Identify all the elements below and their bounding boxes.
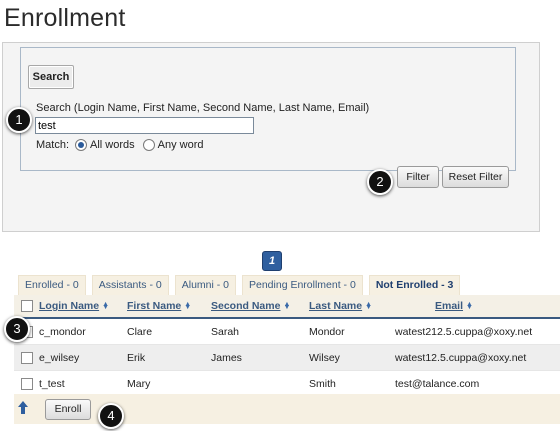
filter-button[interactable]: Filter — [397, 166, 439, 188]
table-header-row: Login Name ▲ ▼ First Name ▲ ▼ Second Name ▲ ▼ … — [14, 295, 560, 319]
tab-not-enrolled[interactable]: Not Enrolled - 3 — [368, 275, 461, 296]
select-all-checkbox[interactable] — [21, 300, 33, 313]
callout-marker-4: 4 — [98, 403, 124, 429]
match-label: Match: — [36, 139, 70, 151]
any-word-label[interactable]: Any word — [158, 139, 204, 151]
cell-email: test@talance.com — [395, 370, 560, 397]
sort-arrows-icon[interactable]: ▲ ▼ — [365, 301, 372, 312]
search-input[interactable] — [35, 117, 254, 134]
cell-email: watest12.5.cuppa@xoxy.net — [395, 344, 560, 371]
reset-filter-button[interactable]: Reset Filter — [442, 166, 509, 188]
all-words-radio[interactable] — [75, 139, 88, 151]
search-label: Search (Login Name, First Name, Second N… — [36, 102, 370, 114]
table-footer — [14, 394, 560, 424]
all-words-label[interactable]: All words — [90, 139, 135, 151]
match-options: Match: All words Any word — [36, 138, 204, 152]
any-word-radio[interactable] — [142, 139, 155, 151]
table-row[interactable]: t_test Mary Smith test@talance.com — [14, 370, 560, 397]
tab-alumni[interactable]: Alumni - 0 — [174, 275, 236, 296]
col-last-name[interactable]: Last Name ▲ ▼ — [309, 295, 395, 319]
search-legend: Search — [28, 65, 74, 89]
cell-last: Wilsey — [309, 344, 395, 371]
users-table: Login Name ▲ ▼ First Name ▲ ▼ Second Name ▲ ▼ … — [14, 295, 560, 397]
cell-second: Sarah — [211, 317, 309, 345]
row-checkbox[interactable] — [21, 377, 33, 390]
col-email-label[interactable]: Email — [435, 300, 463, 312]
tab-enrolled[interactable]: Enrolled - 0 — [18, 275, 86, 296]
col-login-name-label[interactable]: Login Name — [39, 300, 99, 312]
cell-second: James — [211, 344, 309, 371]
callout-marker-3: 3 — [4, 316, 30, 342]
col-first-name[interactable]: First Name ▲ ▼ — [127, 295, 211, 319]
col-email[interactable]: Email ▲ ▼ — [395, 295, 560, 319]
col-last-name-label[interactable]: Last Name — [309, 300, 362, 312]
cell-first: Clare — [127, 317, 211, 345]
sort-arrows-icon[interactable]: ▲ ▼ — [283, 301, 290, 312]
sort-arrows-icon[interactable]: ▲ ▼ — [184, 301, 191, 312]
select-all-cell — [14, 295, 39, 319]
callout-marker-2: 2 — [367, 169, 393, 195]
cell-login: e_wilsey — [39, 344, 127, 371]
sort-arrows-icon[interactable]: ▲ ▼ — [466, 301, 473, 312]
callout-marker-1: 1 — [6, 107, 32, 133]
cell-last: Smith — [309, 370, 395, 397]
tab-pending-enrollment[interactable]: Pending Enrollment - 0 — [242, 275, 363, 296]
col-first-name-label[interactable]: First Name — [127, 300, 181, 312]
cell-second — [211, 370, 309, 397]
cell-login: t_test — [39, 370, 127, 397]
col-second-name-label[interactable]: Second Name — [211, 300, 280, 312]
row-checkbox[interactable] — [21, 351, 33, 364]
table-row[interactable]: e_wilsey Erik James Wilsey watest12.5.cu… — [14, 344, 560, 371]
table-row[interactable]: c_mondor Clare Sarah Mondor watest212.5.… — [14, 317, 560, 345]
cell-login: c_mondor — [39, 317, 127, 345]
page-number-current[interactable]: 1 — [262, 251, 282, 271]
page-title: Enrollment — [4, 4, 126, 32]
cell-first: Erik — [127, 344, 211, 371]
enrollment-tabs: Enrolled - 0 Assistants - 0 Alumni - 0 P… — [18, 275, 461, 296]
col-login-name[interactable]: Login Name ▲ ▼ — [39, 295, 127, 319]
cell-first: Mary — [127, 370, 211, 397]
col-second-name[interactable]: Second Name ▲ ▼ — [211, 295, 309, 319]
tab-assistants[interactable]: Assistants - 0 — [91, 275, 169, 296]
sort-arrows-icon[interactable]: ▲ ▼ — [102, 301, 109, 312]
cell-last: Mondor — [309, 317, 395, 345]
cell-email: watest212.5.cuppa@xoxy.net — [395, 317, 560, 345]
up-arrow-icon[interactable] — [18, 401, 28, 414]
enroll-button[interactable]: Enroll — [45, 399, 91, 420]
